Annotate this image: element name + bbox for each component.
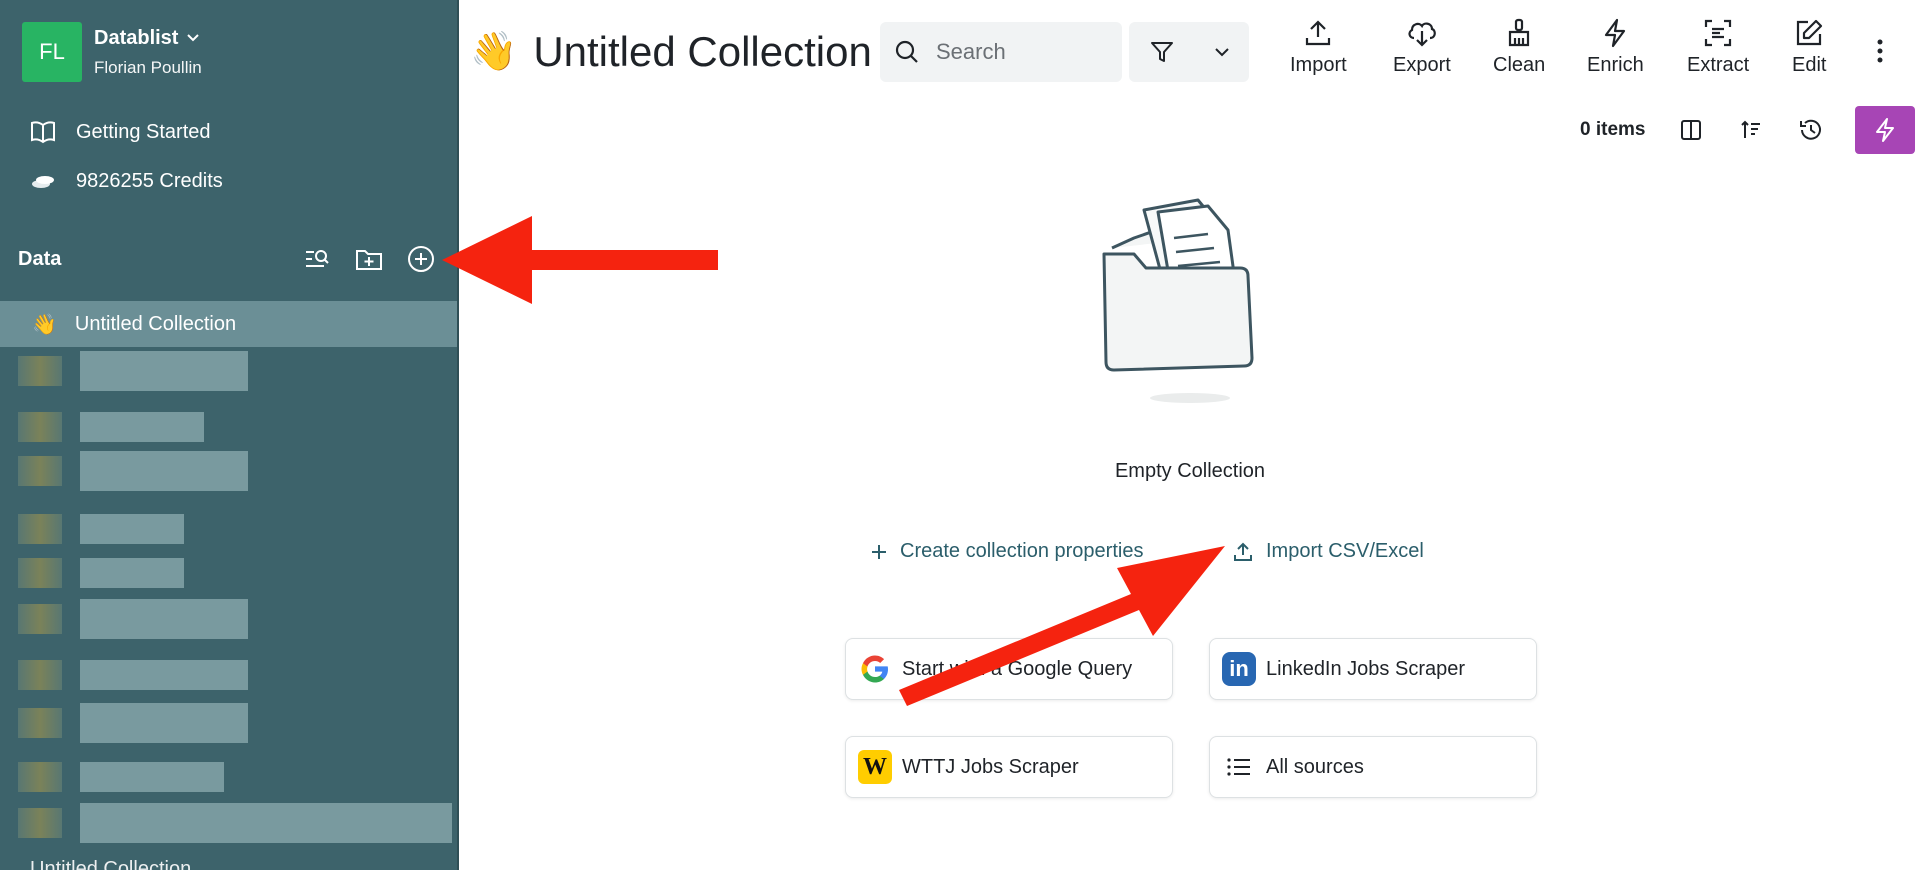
upload-icon	[1234, 542, 1252, 561]
automation-button[interactable]	[1855, 106, 1916, 154]
sidebar-item-label: 9826255 Credits	[76, 170, 223, 192]
sidebar-item-bottom[interactable]: Untitled Collection	[30, 858, 191, 870]
sidebar: FL Datablist Florian Poullin Getting Sta…	[0, 0, 459, 870]
upload-icon	[1306, 20, 1331, 46]
edit-button[interactable]: Edit	[1792, 18, 1826, 77]
import-csv-link[interactable]: Import CSV/Excel	[1232, 540, 1424, 563]
wttj-icon: W	[858, 750, 892, 784]
empty-collection-label: Empty Collection	[1114, 460, 1266, 482]
search-input[interactable]	[936, 39, 1096, 65]
edit-label: Edit	[1792, 54, 1827, 76]
lightning-icon	[1876, 118, 1895, 142]
chevron-down-icon	[187, 34, 200, 42]
search-box[interactable]	[880, 22, 1122, 82]
coins-icon	[32, 175, 54, 188]
enrich-button[interactable]: Enrich	[1587, 18, 1644, 77]
cloud-download-icon	[1408, 22, 1436, 47]
search-icon	[895, 40, 918, 63]
filter-icon	[1150, 42, 1173, 62]
clean-label: Clean	[1493, 54, 1546, 76]
sidebar-item-getting-started[interactable]: Getting Started	[30, 120, 211, 144]
workspace-switcher[interactable]: FL Datablist Florian Poullin	[22, 22, 202, 82]
new-folder-icon[interactable]	[354, 244, 384, 274]
sidebar-item-untitled-collection[interactable]: 👋 Untitled Collection	[0, 301, 457, 347]
import-label: Import	[1290, 54, 1347, 76]
extract-button[interactable]: Extract	[1687, 18, 1749, 77]
filter-button[interactable]	[1129, 22, 1249, 82]
workspace-name: Datablist	[94, 26, 179, 49]
extract-icon	[1705, 19, 1732, 47]
annotation-arrow-left	[442, 216, 718, 304]
items-count: 0 items	[1580, 119, 1646, 140]
chevron-down-icon	[1214, 48, 1229, 57]
clean-button[interactable]: Clean	[1493, 18, 1545, 77]
empty-folder-illustration	[1090, 178, 1290, 413]
sidebar-item-label: Getting Started	[76, 120, 211, 143]
source-card-linkedin[interactable]: in LinkedIn Jobs Scraper	[1209, 638, 1537, 700]
annotation-arrow-diagonal	[899, 546, 1225, 706]
lightning-icon	[1605, 18, 1626, 48]
title-emoji: 👋	[470, 31, 518, 73]
import-button[interactable]: Import	[1290, 18, 1347, 77]
source-label: WTTJ Jobs Scraper	[902, 755, 1079, 778]
app-root: FL Datablist Florian Poullin Getting Sta…	[0, 0, 1920, 870]
enrich-label: Enrich	[1587, 54, 1644, 76]
import-csv-label: Import CSV/Excel	[1266, 540, 1424, 562]
add-collection-icon[interactable]	[406, 244, 436, 274]
collection-emoji: 👋	[32, 313, 57, 336]
source-label: LinkedIn Jobs Scraper	[1266, 657, 1466, 680]
avatar: FL	[22, 22, 82, 82]
workspace-user: Florian Poullin	[94, 57, 202, 77]
title-text[interactable]: Untitled Collection	[533, 28, 872, 76]
export-label: Export	[1393, 54, 1451, 76]
list-icon	[1222, 750, 1256, 784]
data-section-heading: Data	[18, 248, 62, 270]
source-card-wttj[interactable]: W WTTJ Jobs Scraper	[845, 736, 1173, 798]
history-icon[interactable]	[1793, 112, 1829, 148]
sub-toolbar: 0 items	[1580, 106, 1916, 154]
data-actions	[302, 244, 436, 274]
extract-label: Extract	[1687, 54, 1750, 76]
broom-icon	[1509, 18, 1530, 47]
collection-label: Untitled Collection	[74, 312, 237, 335]
sidebar-item-credits[interactable]: 9826255 Credits	[30, 170, 223, 193]
source-label: All sources	[1266, 755, 1364, 778]
source-card-all-sources[interactable]: All sources	[1209, 736, 1537, 798]
more-options-icon[interactable]	[1876, 38, 1884, 69]
book-icon	[31, 121, 55, 144]
sort-icon[interactable]	[1733, 112, 1769, 148]
export-button[interactable]: Export	[1393, 18, 1451, 77]
search-collections-icon[interactable]	[302, 244, 332, 274]
plus-icon	[872, 544, 886, 559]
split-view-icon[interactable]	[1673, 112, 1709, 148]
page-title: 👋 Untitled Collection	[470, 28, 872, 76]
blurred-collection-list	[0, 350, 457, 850]
edit-icon	[1797, 19, 1823, 46]
google-icon	[858, 652, 892, 686]
